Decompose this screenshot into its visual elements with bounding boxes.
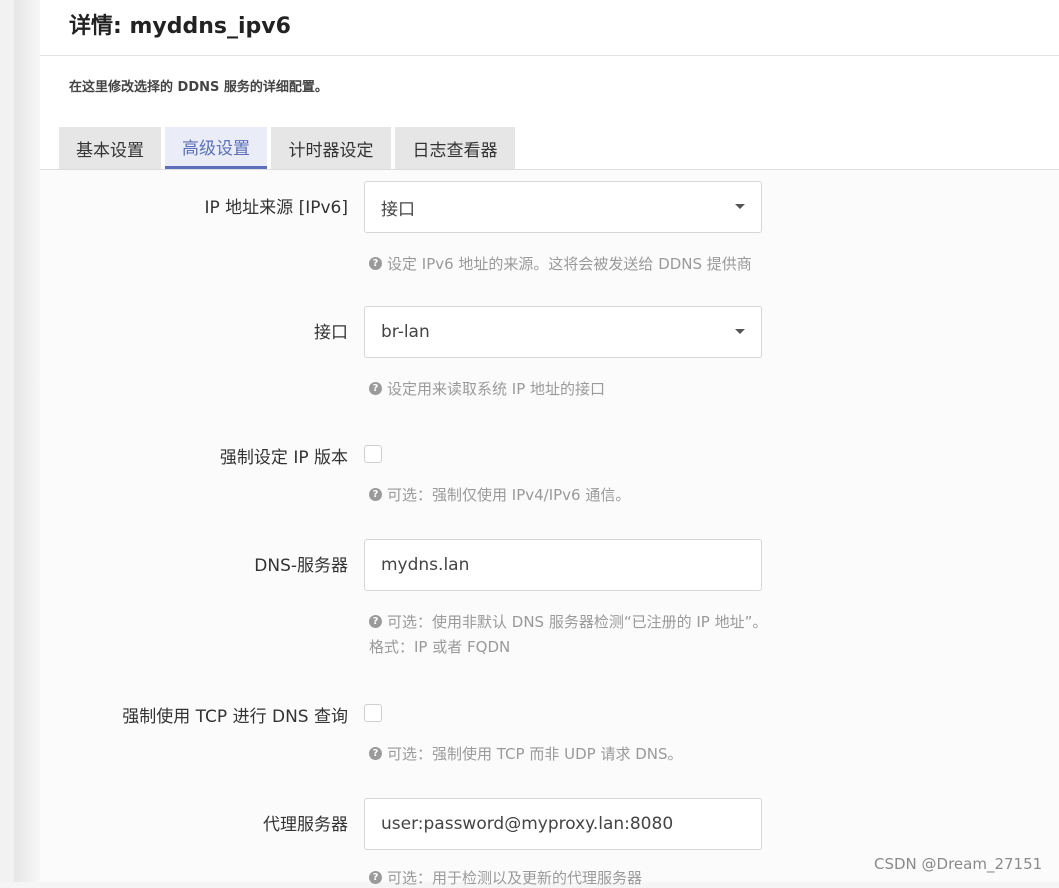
- proxy-input[interactable]: user:password@myproxy.lan:8080: [364, 798, 762, 850]
- left-rail-shadow: [14, 0, 40, 882]
- dns-server-input[interactable]: mydns.lan: [364, 539, 762, 591]
- ip-source-help-text: 设定 IPv6 地址的来源。这将会被发送给 DDNS 提供商: [387, 255, 752, 273]
- ip-source-help: ? 设定 IPv6 地址的来源。这将会被发送给 DDNS 提供商: [369, 253, 752, 274]
- proxy-value: user:password@myproxy.lan:8080: [381, 814, 674, 834]
- left-rail: [0, 0, 14, 882]
- force-ip-version-checkbox[interactable]: [364, 445, 382, 463]
- question-circle-icon: ?: [369, 257, 382, 270]
- question-circle-icon: ?: [369, 615, 382, 628]
- ip-source-select[interactable]: 接口: [364, 181, 762, 233]
- force-tcp-help-text: 可选：强制使用 TCP 而非 UDP 请求 DNS。: [387, 745, 683, 763]
- chevron-down-icon: [735, 204, 745, 209]
- interface-label: 接口: [314, 323, 348, 343]
- interface-help-text: 设定用来读取系统 IP 地址的接口: [387, 380, 606, 398]
- dns-server-value: mydns.lan: [381, 555, 470, 575]
- watermark: CSDN @Dream_27151: [874, 855, 1043, 873]
- ip-source-value: 接口: [381, 199, 415, 220]
- interface-select[interactable]: br-lan: [364, 306, 762, 358]
- tab-advanced-settings[interactable]: 高级设置: [165, 127, 267, 169]
- proxy-help: ? 可选：用于检测以及更新的代理服务器: [369, 867, 642, 888]
- force-tcp-help: ? 可选：强制使用 TCP 而非 UDP 请求 DNS。: [369, 743, 683, 764]
- force-tcp-label: 强制使用 TCP 进行 DNS 查询: [122, 707, 348, 727]
- interface-value: br-lan: [381, 322, 430, 342]
- dns-server-help-format: 格式：IP 或者 FQDN: [369, 638, 511, 656]
- dns-server-help: ? 可选：使用非默认 DNS 服务器检测“已注册的 IP 地址”。: [369, 611, 767, 632]
- page-title: 详情: myddns_ipv6: [69, 14, 291, 39]
- force-ip-version-help: ? 可选：强制仅使用 IPv4/IPv6 通信。: [369, 484, 630, 505]
- force-ip-version-label: 强制设定 IP 版本: [219, 448, 348, 468]
- proxy-label: 代理服务器: [263, 815, 348, 835]
- chevron-down-icon: [735, 329, 745, 334]
- title-divider: [40, 55, 1059, 56]
- tab-log-viewer[interactable]: 日志查看器: [395, 127, 515, 169]
- question-circle-icon: ?: [369, 747, 382, 760]
- force-ip-version-help-text: 可选：强制仅使用 IPv4/IPv6 通信。: [387, 486, 631, 504]
- tab-timer-settings[interactable]: 计时器设定: [271, 127, 391, 169]
- dns-server-help-text: 可选：使用非默认 DNS 服务器检测“已注册的 IP 地址”。: [387, 613, 768, 631]
- proxy-help-text: 可选：用于检测以及更新的代理服务器: [387, 869, 643, 887]
- interface-help: ? 设定用来读取系统 IP 地址的接口: [369, 378, 605, 399]
- question-circle-icon: ?: [369, 871, 382, 884]
- tab-divider: [40, 169, 1059, 170]
- question-circle-icon: ?: [369, 382, 382, 395]
- ip-source-label: IP 地址来源 [IPv6]: [204, 198, 348, 218]
- dns-server-label: DNS-服务器: [254, 556, 348, 576]
- page-description: 在这里修改选择的 DDNS 服务的详细配置。: [69, 80, 328, 95]
- tab-basic-settings[interactable]: 基本设置: [59, 127, 161, 169]
- question-circle-icon: ?: [369, 488, 382, 501]
- force-tcp-checkbox[interactable]: [364, 704, 382, 722]
